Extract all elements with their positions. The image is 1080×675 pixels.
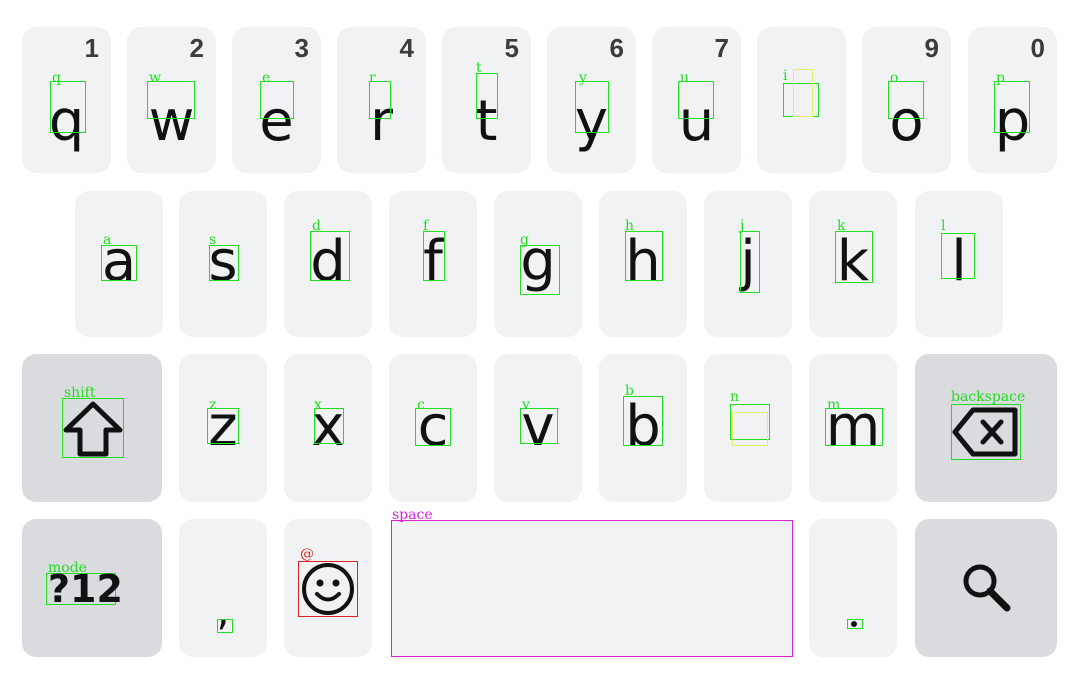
debug-box	[847, 619, 863, 629]
debug-box	[209, 245, 239, 281]
key-w[interactable]: 2 w w	[127, 27, 216, 173]
key-hint: 9	[924, 33, 939, 63]
key-v[interactable]: v v	[494, 354, 582, 502]
key-hint: 2	[189, 33, 204, 63]
mode-key-text: ?12	[48, 567, 123, 611]
key-h[interactable]: h h	[599, 191, 687, 337]
key-p[interactable]: 0 p p	[968, 27, 1057, 173]
space-key[interactable]	[391, 520, 793, 657]
space-debug-label: space	[392, 507, 433, 523]
debug-box	[310, 231, 350, 281]
debug-box	[625, 231, 663, 281]
smiley-face-icon	[302, 563, 354, 615]
key-c[interactable]: c c	[389, 354, 477, 502]
debug-box	[575, 81, 609, 133]
shift-key[interactable]: shift	[22, 354, 162, 502]
debug-box	[415, 408, 451, 446]
shift-arrow-icon	[63, 401, 123, 457]
debug-box	[260, 81, 294, 119]
debug-box	[101, 245, 137, 281]
key-b[interactable]: b b	[599, 354, 687, 502]
backspace-icon	[952, 407, 1018, 457]
key-f[interactable]: f f	[389, 191, 477, 337]
key-hint: 7	[714, 33, 729, 63]
key-t[interactable]: 5 t t	[442, 27, 531, 173]
debug-box	[825, 408, 883, 446]
key-hint: 4	[399, 33, 414, 63]
key-period[interactable]: .	[809, 519, 897, 657]
key-x[interactable]: x x	[284, 354, 372, 502]
debug-label: backspace	[951, 389, 1026, 405]
debug-box	[520, 408, 558, 444]
debug-box	[994, 81, 1030, 133]
debug-box	[835, 231, 873, 283]
key-u[interactable]: 7 u u	[652, 27, 741, 173]
key-e[interactable]: 3 e e	[232, 27, 321, 173]
keyboard: 1 q q 2 w w 3 e e 4 r r 5 t t 6 y y 7 u …	[0, 0, 1080, 675]
key-i[interactable]: i	[757, 27, 846, 173]
key-z[interactable]: z z	[179, 354, 267, 502]
debug-label: n	[730, 389, 740, 405]
debug-box	[732, 412, 768, 446]
key-k[interactable]: k k	[809, 191, 897, 337]
debug-label: l	[941, 218, 946, 234]
key-o[interactable]: 9 o o	[862, 27, 951, 173]
debug-box	[369, 81, 391, 119]
debug-box	[147, 81, 195, 119]
debug-box	[314, 408, 344, 444]
key-r[interactable]: 4 r r	[337, 27, 426, 173]
mode-key[interactable]: mode ?12	[22, 519, 162, 657]
debug-box	[50, 81, 86, 133]
debug-box	[740, 231, 760, 293]
debug-box	[423, 231, 445, 281]
key-comma[interactable]: ,	[179, 519, 267, 657]
debug-box	[888, 81, 924, 119]
key-l[interactable]: l l	[915, 191, 1003, 337]
search-icon	[963, 564, 1011, 612]
key-d[interactable]: d d	[284, 191, 372, 337]
key-s[interactable]: s s	[179, 191, 267, 337]
key-hint: 3	[294, 33, 309, 63]
debug-box	[941, 233, 975, 279]
key-y[interactable]: 6 y y	[547, 27, 636, 173]
key-a[interactable]: a a	[75, 191, 163, 337]
key-j[interactable]: j j	[704, 191, 792, 337]
debug-label: @	[300, 546, 314, 562]
key-hint: 6	[609, 33, 624, 63]
debug-box	[476, 73, 498, 119]
debug-box	[207, 408, 239, 444]
debug-box	[217, 619, 233, 633]
key-hint: 5	[504, 33, 519, 63]
search-key[interactable]	[915, 519, 1057, 657]
debug-box	[793, 69, 813, 117]
debug-label: i	[783, 68, 788, 84]
debug-box	[520, 245, 560, 295]
backspace-key[interactable]: backspace	[915, 354, 1057, 502]
debug-box	[623, 396, 663, 446]
debug-box	[678, 81, 714, 119]
key-m[interactable]: m m	[809, 354, 897, 502]
key-hint: 0	[1030, 33, 1045, 63]
key-n[interactable]: n	[704, 354, 792, 502]
key-g[interactable]: g g	[494, 191, 582, 337]
key-q[interactable]: 1 q q	[22, 27, 111, 173]
emoji-key[interactable]: @	[284, 519, 372, 657]
key-hint: 1	[84, 33, 99, 63]
